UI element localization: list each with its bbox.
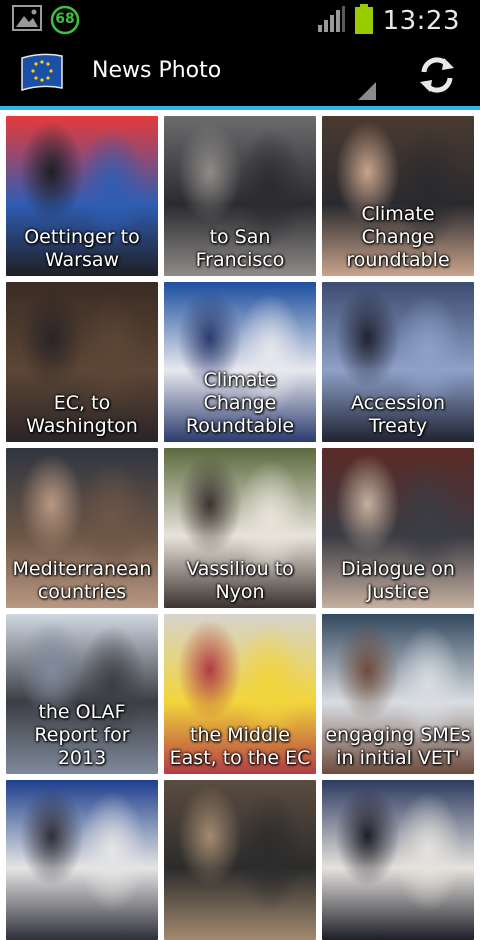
photo-tile[interactable]: Accession Treaty [322,282,474,442]
tile-caption: the OLAF Report for 2013 [34,701,130,769]
tile-caption: Oettinger to Warsaw [24,226,140,271]
photo-tile[interactable]: the OLAF Report for 2013 [6,614,158,774]
refresh-icon[interactable] [416,54,458,96]
photo-tile[interactable]: Vassiliou to Nyon [164,448,316,608]
status-bar-left: 68 [12,5,80,35]
app-title[interactable]: News Photo [92,58,221,83]
photo-tile[interactable]: Dialogue on Justice [322,448,474,608]
tile-photo [322,780,474,940]
photo-tile[interactable]: Oettinger to Warsaw [6,116,158,276]
tile-caption: EC, to Washington [26,392,138,437]
photo-tile[interactable] [164,780,316,940]
photo-tile[interactable]: EC, to Washington [6,282,158,442]
signal-icon [317,5,345,37]
tile-caption: Climate Change roundtable [346,203,450,271]
tile-caption: Mediterranean countries [12,558,152,603]
status-bar-right: 13:23 [317,4,460,38]
counter-badge-icon: 68 [50,5,80,35]
photo-tile[interactable] [322,780,474,940]
tile-caption: to San Francisco [195,226,285,271]
photo-tile[interactable]: Climate Change roundtable [322,116,474,276]
status-time: 13:23 [382,6,460,36]
status-bar: 68 13:23 [0,0,480,38]
tile-caption: Climate Change Roundtable [185,369,295,437]
photo-tile[interactable]: engaging SMEs in initial VET' [322,614,474,774]
photo-tile[interactable]: to San Francisco [164,116,316,276]
battery-icon [354,4,373,38]
tile-photo [6,780,158,940]
dropdown-indicator-icon[interactable] [358,82,376,100]
image-icon [12,5,42,35]
photo-tile[interactable]: the Middle East, to the EC [164,614,316,774]
tile-caption: Accession Treaty [351,392,445,437]
tile-caption: Vassiliou to Nyon [186,558,294,603]
photo-grid: Oettinger to Warsaw to San Francisco Clima… [0,110,480,940]
eu-flag-icon[interactable] [20,52,64,92]
action-bar: News Photo [0,38,480,110]
photo-tile[interactable]: Climate Change Roundtable [164,282,316,442]
tile-photo [164,780,316,940]
tile-caption: Dialogue on Justice [341,558,455,603]
tile-caption: the Middle East, to the EC [169,724,311,769]
photo-tile[interactable] [6,780,158,940]
tile-caption: engaging SMEs in initial VET' [325,724,471,769]
photo-tile[interactable]: Mediterranean countries [6,448,158,608]
notification-count: 68 [55,11,75,27]
